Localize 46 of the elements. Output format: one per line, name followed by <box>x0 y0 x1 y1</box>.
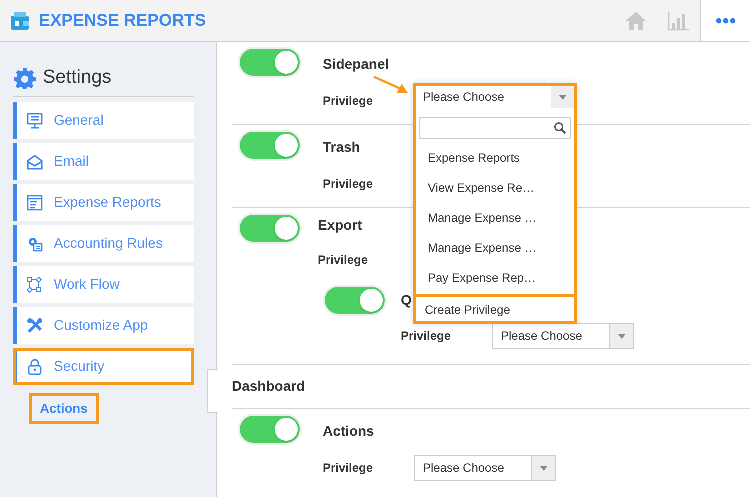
bar-chart-icon <box>668 10 690 30</box>
section-heading: Dashboard <box>232 377 306 396</box>
dropdown-option[interactable]: Manage Expense … <box>416 203 574 233</box>
flowchart-icon <box>27 276 43 292</box>
select-field[interactable]: Please Choose <box>414 455 556 481</box>
toggle-switch[interactable] <box>240 49 300 76</box>
tools-icon <box>27 318 43 334</box>
toggle-switch[interactable] <box>240 132 300 159</box>
more-button[interactable] <box>700 0 750 41</box>
wallet-icon <box>10 10 30 30</box>
privilege-label: Privilege <box>401 328 452 345</box>
select-field[interactable]: Please Choose <box>416 86 574 108</box>
caret-icon <box>618 334 626 338</box>
toggle-switch[interactable] <box>325 287 385 314</box>
toggle-switch[interactable] <box>240 416 300 443</box>
select-field[interactable]: Please Choose <box>492 323 634 349</box>
more-icon <box>716 18 736 24</box>
create-privilege-option[interactable]: Create Privilege <box>416 294 574 321</box>
dropdown-option[interactable]: Expense Reports <box>416 143 574 173</box>
setting-title: Trash <box>323 138 360 156</box>
privilege-label: Privilege <box>323 176 374 193</box>
envelope-icon <box>27 154 43 170</box>
privilege-label: Privilege <box>323 93 374 110</box>
toggle-switch[interactable] <box>240 215 300 242</box>
padlock-icon <box>27 358 43 374</box>
dropdown-option[interactable]: Pay Expense Rep… <box>416 263 574 293</box>
search-field[interactable] <box>419 117 571 139</box>
dropdown-option[interactable]: View Expense Re… <box>416 173 574 203</box>
search-icon <box>554 122 566 134</box>
dropdown-option[interactable]: Manage Expense … <box>416 233 574 263</box>
setting-title: Sidepanel <box>323 55 390 73</box>
pointer-arrow-icon <box>373 75 409 95</box>
caret-icon <box>558 94 566 100</box>
monitor-icon <box>27 112 43 128</box>
setting-title: Export <box>318 216 362 234</box>
privilege-label: Privilege <box>318 252 370 269</box>
privilege-label: Privilege <box>323 460 374 477</box>
home-icon <box>624 10 646 30</box>
caret-icon <box>540 466 548 470</box>
gear-list-icon <box>27 236 43 252</box>
app-title: EXPENSE REPORTS <box>39 10 206 32</box>
setting-title: Q <box>401 291 412 309</box>
setting-title: Actions <box>323 422 374 440</box>
window-icon <box>27 194 43 210</box>
settings-icon <box>14 67 36 89</box>
sidebar-title: Settings <box>43 66 112 90</box>
